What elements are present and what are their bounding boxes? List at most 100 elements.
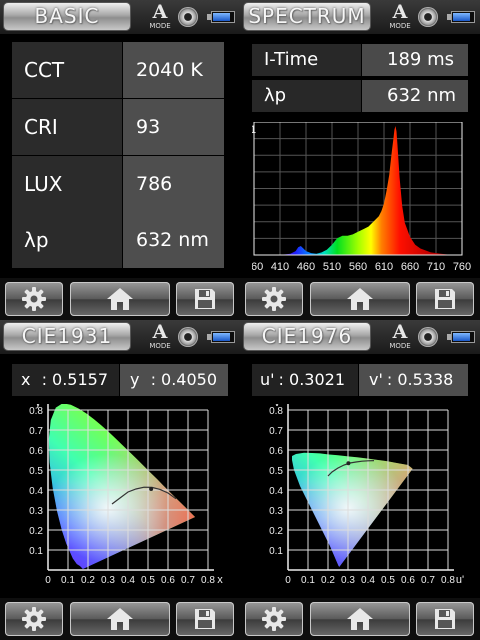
spectrum-panel: SPECTRUM AMODE I-Time189 ms λp632 nm 360… <box>240 0 480 320</box>
save-button[interactable] <box>176 602 234 636</box>
battery-icon <box>447 11 475 23</box>
mode-letter: A <box>392 321 408 343</box>
settings-button[interactable] <box>5 282 63 316</box>
y-tick-label: 0.1 <box>269 546 283 557</box>
spectrum-info-table: I-Time 189 ms λp 632 nm <box>252 44 468 112</box>
save-button[interactable] <box>416 602 474 636</box>
page-title-plate[interactable]: CIE1976 <box>244 323 370 350</box>
home-button[interactable] <box>70 282 170 316</box>
save-button[interactable] <box>416 282 474 316</box>
row-cct: CCT 2040 K <box>12 42 224 98</box>
page-title-plate[interactable]: CIE1931 <box>4 323 130 350</box>
measured-point <box>346 461 351 466</box>
y-value: : 0.4050 <box>150 370 218 389</box>
mode-button[interactable]: A MODE <box>147 322 173 352</box>
page-title: CIE1976 <box>261 324 353 348</box>
x-tick-label: 0.3 <box>101 575 115 586</box>
x-tick-label: 0.7 <box>181 575 195 586</box>
y-tick-label: 0.7 <box>269 426 283 437</box>
header-bar: CIE1976 A MODE <box>240 320 480 354</box>
x-tick-label: 760 <box>453 261 471 273</box>
row-value: 93 <box>123 99 224 155</box>
y-axis-label: v' <box>274 404 282 409</box>
row-lux: LUX 786 <box>12 156 224 212</box>
y-tick-label: 0.5 <box>29 466 43 477</box>
battery-icon <box>207 11 235 23</box>
page-title-plate[interactable]: SPECTRUM <box>244 3 370 30</box>
row-label: λp <box>12 212 122 268</box>
v-value: : 0.5338 <box>386 370 454 389</box>
x-tick-label: 0.5 <box>381 575 395 586</box>
header-bar: CIE1931 A MODE <box>0 320 240 354</box>
mode-letter: A <box>392 1 408 23</box>
battery-fill <box>213 333 230 341</box>
x-tick-label: 0.1 <box>301 575 315 586</box>
battery-fill <box>453 333 470 341</box>
save-button[interactable] <box>176 282 234 316</box>
eye-icon <box>418 7 438 27</box>
page-title: BASIC <box>34 4 100 28</box>
cie1931-diagram: 0 0.1 0.2 0.3 0.4 0.5 0.6 0.7 0.8 0.1 0.2 0.3 0.4 0.5… <box>20 397 238 592</box>
x-tick-label: 0.6 <box>401 575 415 586</box>
y-tick-label: 0.2 <box>269 526 283 537</box>
x-tick-label: 0.6 <box>161 575 175 586</box>
x-tick-label: 610 <box>375 261 393 273</box>
row-label: LUX <box>12 156 122 212</box>
home-button[interactable] <box>70 602 170 636</box>
x-readout: x : 0.5157 <box>12 364 119 396</box>
row-peak-wavelength: λp 632 nm <box>252 80 468 112</box>
y-tick-label: 0.4 <box>269 486 283 497</box>
settings-button[interactable] <box>245 282 303 316</box>
row-value: 786 <box>123 156 224 212</box>
row-label: CRI <box>12 99 122 155</box>
cie1976-panel: CIE1976 A MODE u': 0.3021 v': 0.5338 0 0.1… <box>240 320 480 640</box>
x-tick-label: 0.7 <box>421 575 435 586</box>
battery-fill <box>453 13 470 21</box>
floppy-disk-icon <box>435 289 455 309</box>
mode-label: MODE <box>149 342 171 350</box>
y-axis-label: y <box>35 404 41 409</box>
home-icon <box>347 608 373 630</box>
mode-label: MODE <box>389 22 411 30</box>
y-tick-label: 0.3 <box>269 506 283 517</box>
y-label: y <box>130 370 140 389</box>
gear-icon <box>22 287 46 311</box>
header-bar: SPECTRUM A MODE <box>240 0 480 34</box>
basic-panel: BASIC A MODE CCT 2040 K CRI 93 LUX 786 λp 632… <box>0 0 240 320</box>
x-tick-label: 0.4 <box>361 575 375 586</box>
x-tick-label: 0.5 <box>141 575 155 586</box>
x-tick-label: 0.2 <box>321 575 335 586</box>
x-tick-label: 0 <box>285 575 291 586</box>
home-button[interactable] <box>310 602 410 636</box>
footer-toolbar <box>0 278 240 320</box>
eye-icon <box>418 327 438 347</box>
page-title: CIE1931 <box>21 324 113 348</box>
x-label: x <box>21 370 31 389</box>
row-label: CCT <box>12 42 122 98</box>
row-peak-wavelength: λp 632 nm <box>12 212 224 268</box>
row-value: 189 ms <box>362 44 468 76</box>
spectrum-plot: 3604104605105606106607107601 <box>245 121 471 273</box>
x-tick-label: 0.1 <box>61 575 75 586</box>
x-tick-label: 360 <box>252 261 263 273</box>
mode-button[interactable]: A MODE <box>387 322 413 352</box>
x-tick-label: 0.2 <box>81 575 95 586</box>
home-icon <box>107 608 133 630</box>
cie1931-panel: CIE1931 A MODE x : 0.5157 y : 0.4050 0 0.1… <box>0 320 240 640</box>
settings-button[interactable] <box>245 602 303 636</box>
x-axis-label: x <box>217 574 223 586</box>
page-title: SPECTRUM <box>248 4 366 28</box>
x-tick-label: 710 <box>427 261 445 273</box>
y-tick-label: 0.2 <box>29 526 43 537</box>
floppy-disk-icon <box>435 609 455 629</box>
home-button[interactable] <box>310 282 410 316</box>
gear-icon <box>22 607 46 631</box>
row-value: 632 nm <box>123 212 224 268</box>
page-title-plate[interactable]: BASIC <box>4 3 130 30</box>
mode-label: MODE <box>389 342 411 350</box>
x-tick-label: 0.3 <box>341 575 355 586</box>
mode-button[interactable]: A MODE <box>147 2 173 32</box>
settings-button[interactable] <box>5 602 63 636</box>
mode-button[interactable]: A MODE <box>387 2 413 32</box>
home-icon <box>107 288 133 310</box>
